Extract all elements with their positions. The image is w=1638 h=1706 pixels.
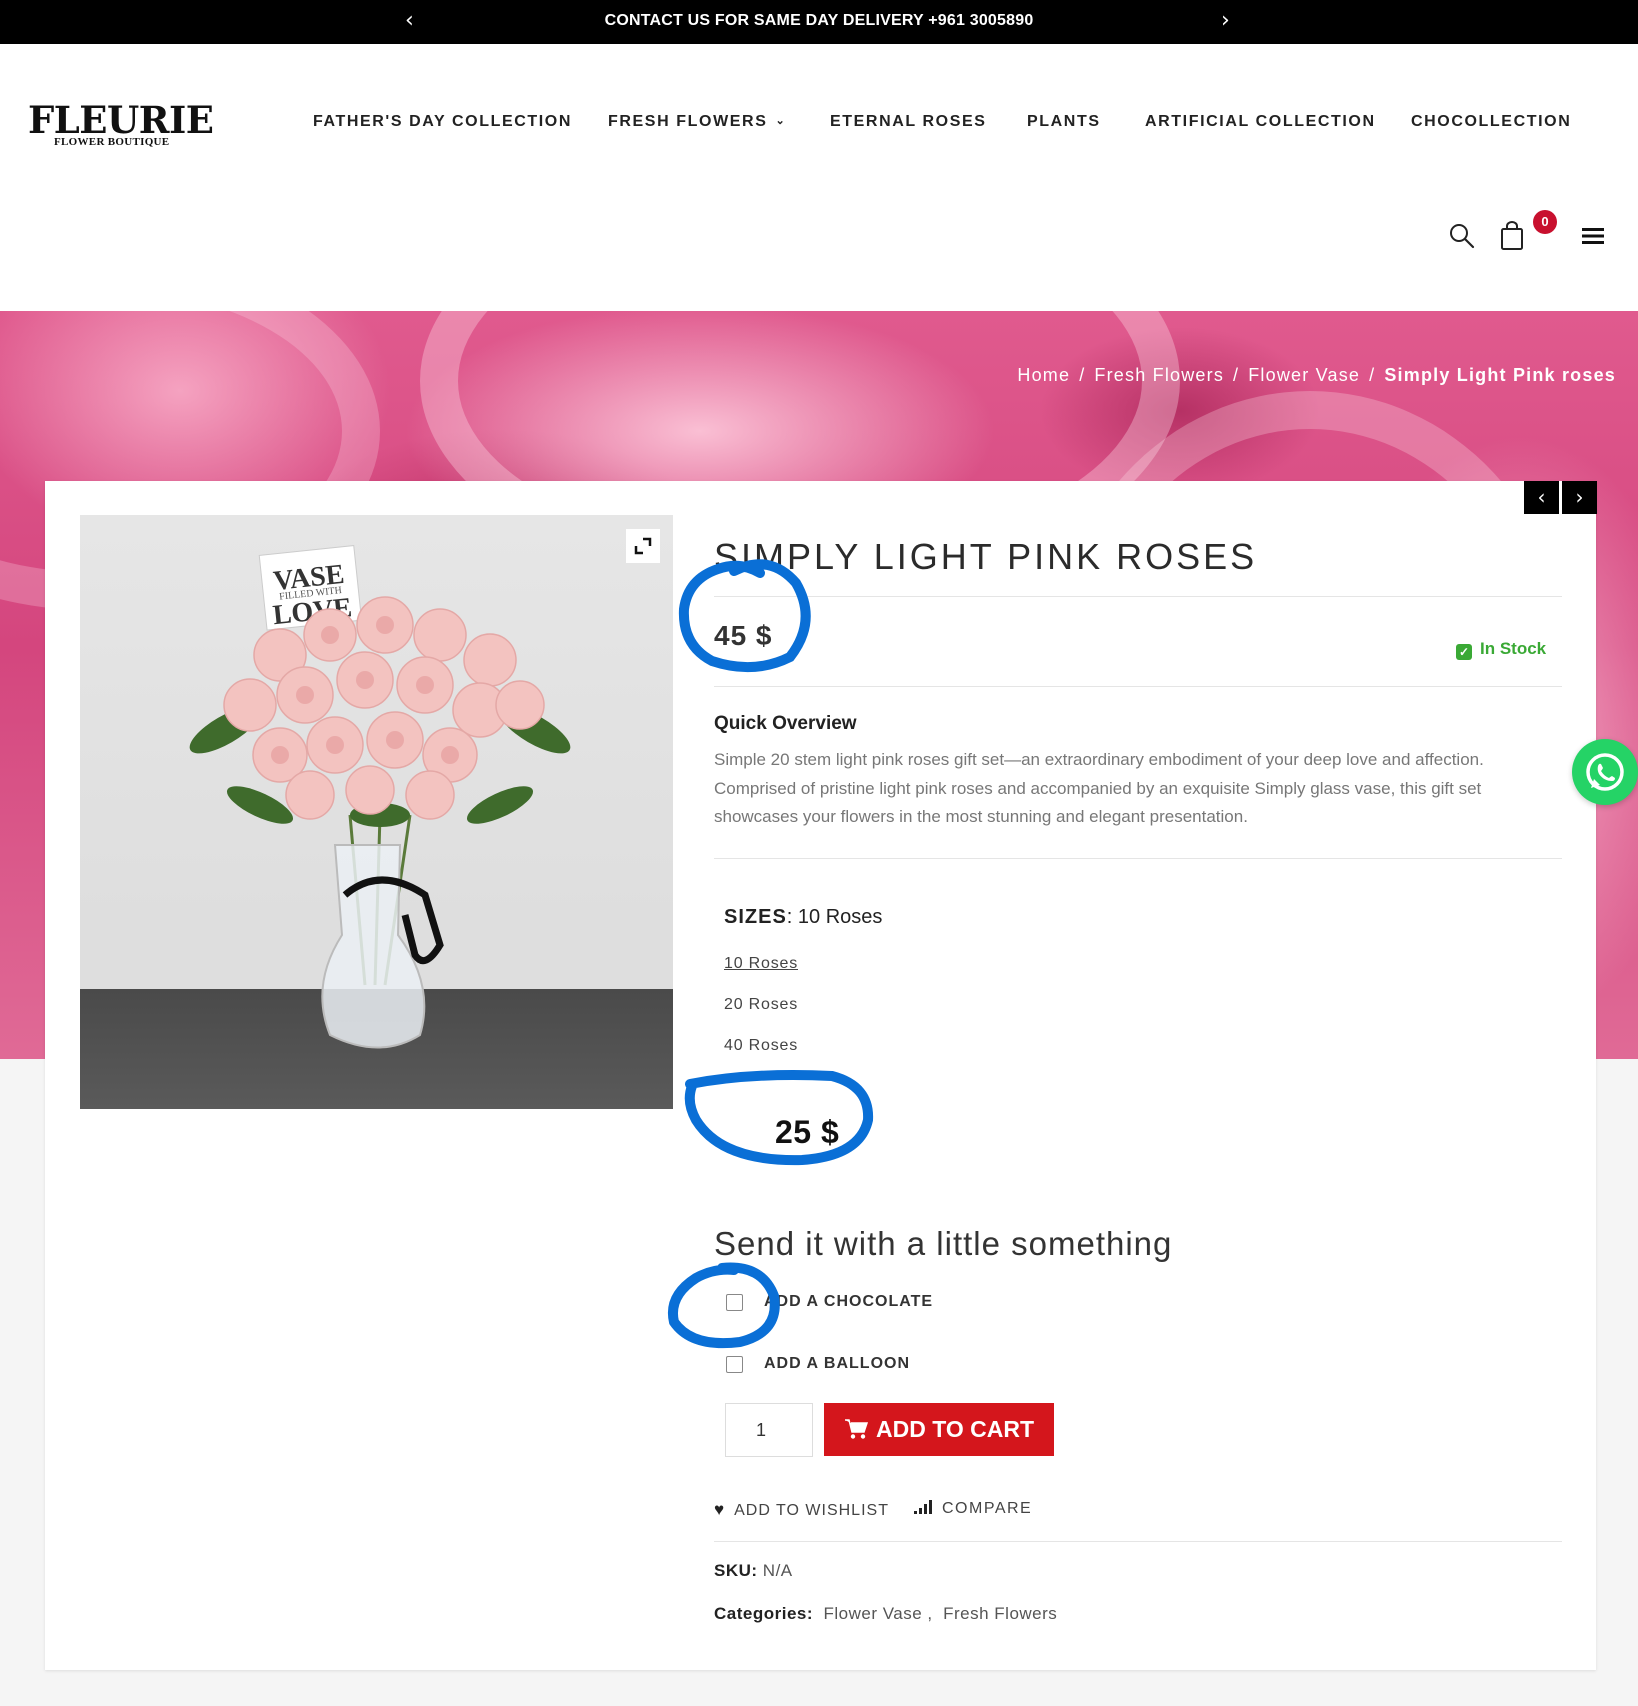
expand-icon	[634, 537, 652, 555]
product-image[interactable]: VASE FILLED WITH LOVE	[80, 515, 673, 1109]
product-price: 45 $	[714, 620, 773, 651]
breadcrumb-current: Simply Light Pink roses	[1384, 365, 1616, 385]
announcement-message: CONTACT US FOR SAME DAY DELIVERY +961 30…	[604, 12, 1034, 29]
add-to-wishlist-link[interactable]: ♥ ADD TO WISHLIST	[714, 1500, 889, 1520]
sizes-label: SIZES: 10 Roses	[724, 906, 883, 928]
nav-item-plants[interactable]: PLANTS	[1027, 113, 1101, 131]
quick-overview-title: Quick Overview	[714, 713, 857, 734]
size-option-20[interactable]: 20 Roses	[724, 996, 798, 1014]
category-link-fresh-flowers[interactable]: Fresh Flowers	[943, 1604, 1057, 1623]
sizes-label-text: SIZES	[724, 906, 787, 928]
sku-label: SKU:	[714, 1561, 758, 1580]
prev-product-button[interactable]: ‹	[1524, 481, 1559, 514]
divider	[714, 1541, 1562, 1542]
addon-balloon-label: ADD A BALLOON	[764, 1355, 911, 1372]
addon-balloon-checkbox[interactable]	[726, 1356, 743, 1373]
nav-item-label: FRESH FLOWERS	[608, 113, 768, 130]
cart-icon	[844, 1419, 869, 1439]
check-icon: ✓	[1456, 644, 1472, 660]
size-option-10[interactable]: 10 Roses	[724, 955, 798, 973]
stock-status-label: In Stock	[1480, 639, 1547, 658]
quantity-input[interactable]: 1	[725, 1403, 813, 1457]
divider	[714, 858, 1562, 859]
breadcrumb-separator: /	[1369, 365, 1376, 385]
whatsapp-icon	[1586, 753, 1624, 791]
cart-count-badge: 0	[1533, 210, 1557, 234]
nav-item-chocollection[interactable]: CHOCOLLECTION	[1411, 113, 1571, 131]
selected-size: 10 Roses	[797, 906, 883, 928]
breadcrumb-fresh-flowers[interactable]: Fresh Flowers	[1094, 365, 1224, 385]
announcement-next-arrow[interactable]: ›	[1221, 9, 1230, 33]
divider	[714, 686, 1562, 687]
compare-bars-icon	[914, 1500, 932, 1514]
chevron-down-icon: ⌄	[775, 115, 787, 127]
whatsapp-button[interactable]	[1572, 739, 1638, 805]
image-expand-button[interactable]	[626, 529, 660, 563]
breadcrumb: Home / Fresh Flowers / Flower Vase / Simply Li…	[1017, 365, 1616, 386]
addons-title: Send it with a little something	[714, 1225, 1173, 1262]
stock-status: ✓ In Stock	[1456, 639, 1546, 660]
breadcrumb-flower-vase[interactable]: Flower Vase	[1248, 365, 1360, 385]
add-to-cart-button[interactable]: ADD TO CART	[824, 1403, 1054, 1456]
wishlist-label: ADD TO WISHLIST	[734, 1502, 889, 1519]
nav-item-artificial[interactable]: ARTIFICIAL COLLECTION	[1145, 113, 1376, 131]
logo-name: FLEURIE	[28, 98, 214, 142]
next-product-button[interactable]: ›	[1562, 481, 1597, 514]
hamburger-menu-icon[interactable]	[1581, 226, 1605, 246]
nav-item-eternal-roses[interactable]: ETERNAL ROSES	[830, 113, 987, 131]
bouquet-illustration: VASE FILLED WITH LOVE	[189, 544, 571, 1049]
divider	[714, 596, 1562, 597]
product-nav: ‹ ›	[1524, 481, 1597, 516]
variation-price: 25 $	[775, 1114, 840, 1150]
compare-label: COMPARE	[942, 1500, 1033, 1517]
quick-overview-text: Simple 20 stem light pink roses gift set…	[714, 750, 1484, 826]
site-logo[interactable]: FLEURIE FLOWER BOUTIQUE	[28, 98, 214, 148]
shopping-bag-icon[interactable]	[1498, 221, 1526, 251]
categories-label: Categories:	[714, 1604, 814, 1623]
categories-row: Categories: Flower Vase , Fresh Flowers	[714, 1604, 1058, 1623]
sku-row: SKU: N/A	[714, 1561, 793, 1581]
announcement-bar: ‹ CONTACT US FOR SAME DAY DELIVERY +961 …	[0, 0, 1638, 44]
breadcrumb-separator: /	[1233, 365, 1240, 385]
compare-link[interactable]: COMPARE	[914, 1500, 1032, 1518]
site-header: FLEURIE FLOWER BOUTIQUE FATHER'S DAY COL…	[0, 44, 1638, 311]
nav-item-fathers-day[interactable]: FATHER'S DAY COLLECTION	[313, 113, 572, 131]
search-icon[interactable]	[1448, 222, 1476, 250]
nav-item-fresh-flowers[interactable]: FRESH FLOWERS ⌄	[608, 113, 786, 131]
breadcrumb-home[interactable]: Home	[1017, 365, 1070, 385]
addon-chocolate-label: ADD A CHOCOLATE	[764, 1293, 934, 1310]
breadcrumb-separator: /	[1079, 365, 1086, 385]
add-to-cart-label: ADD TO CART	[875, 1416, 1034, 1442]
size-option-40[interactable]: 40 Roses	[724, 1037, 798, 1055]
heart-icon: ♥	[714, 1500, 726, 1519]
addon-chocolate-checkbox[interactable]	[726, 1294, 743, 1311]
category-link-flower-vase[interactable]: Flower Vase	[823, 1604, 922, 1623]
product-title: SIMPLY LIGHT PINK ROSES	[714, 536, 1258, 577]
sku-value: N/A	[762, 1561, 793, 1580]
